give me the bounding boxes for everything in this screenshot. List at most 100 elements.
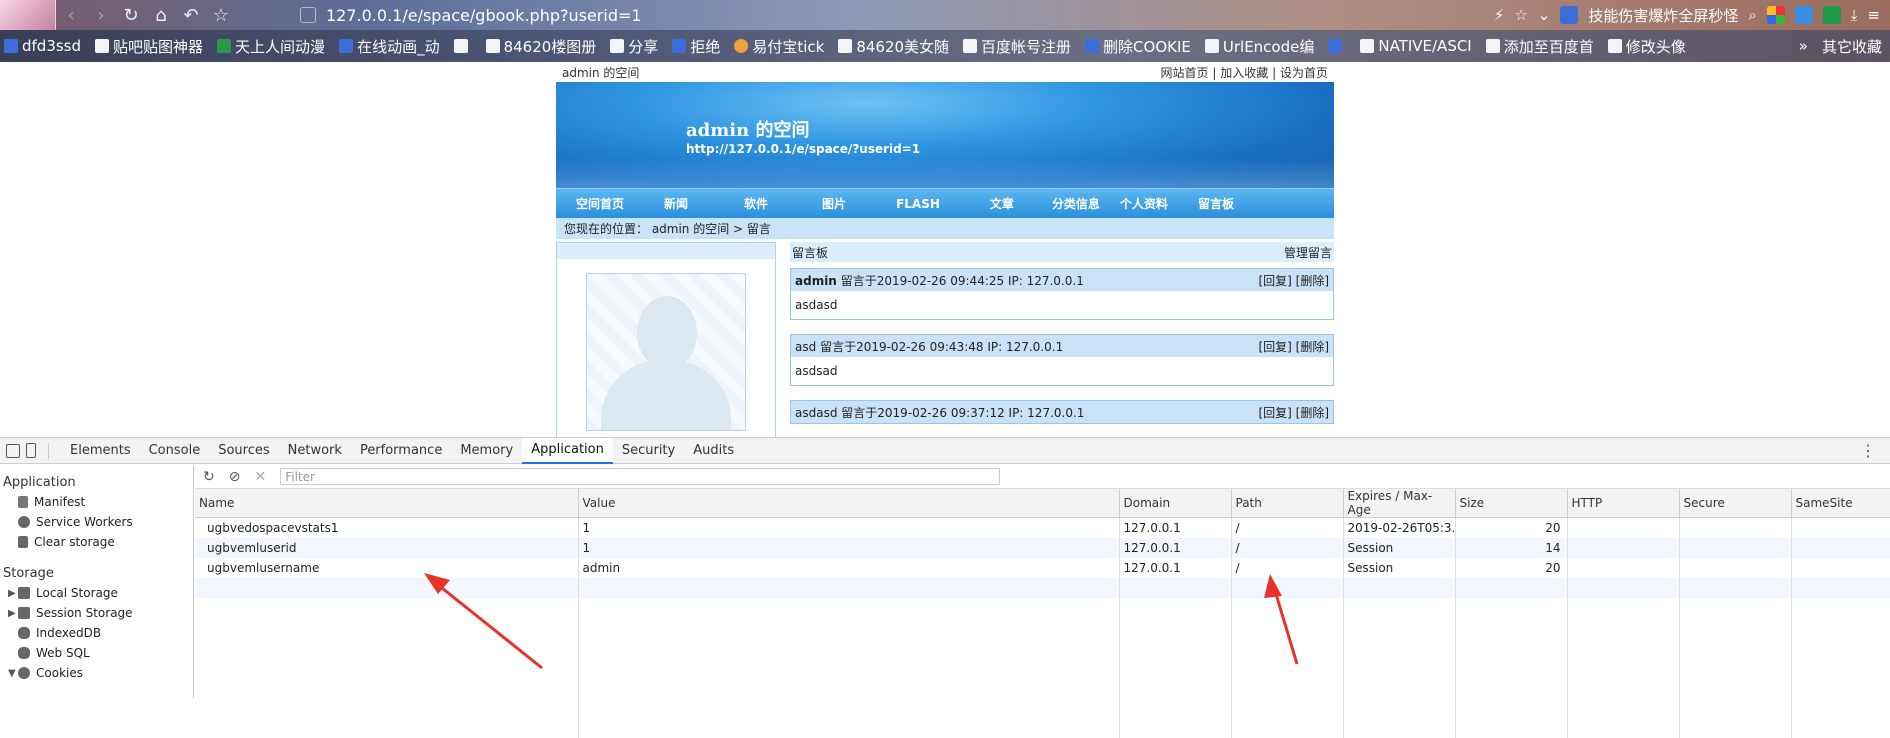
page-icon [1607, 39, 1622, 53]
search-icon[interactable]: ⌕ [1748, 6, 1756, 24]
tab-audits[interactable]: Audits [684, 438, 743, 464]
refresh-icon[interactable]: ↻ [203, 469, 215, 485]
back-icon[interactable]: ‹ [56, 0, 86, 30]
bookmark-item[interactable]: 分享 [610, 36, 658, 57]
tab-sources[interactable]: Sources [209, 438, 278, 464]
undo-icon[interactable]: ↶ [176, 0, 206, 30]
tab-network[interactable]: Network [279, 438, 351, 464]
bookmark-item[interactable]: 易付宝tick [734, 36, 824, 57]
sidebar-item-session-storage[interactable]: ▶ Session Storage [0, 603, 193, 623]
apps-icon[interactable] [1766, 6, 1785, 24]
bookmark-item[interactable]: NATIVE/ASCI [1360, 37, 1472, 55]
tab-security[interactable]: Security [613, 438, 684, 464]
sidebar-item-cookies[interactable]: ▼ Cookies [0, 663, 193, 683]
t-extension-icon[interactable] [1822, 6, 1841, 24]
clear-all-icon[interactable]: ⊘ [229, 469, 241, 485]
bookmark-item[interactable] [453, 39, 472, 53]
message-actions[interactable]: [回复] [删除] [1258, 404, 1329, 421]
download-icon[interactable]: ⤓ [1851, 6, 1858, 24]
expand-arrow-icon[interactable]: ▶ [8, 608, 16, 619]
menu-space-home[interactable]: 空间首页 [576, 195, 624, 212]
tab-elements[interactable]: Elements [61, 438, 140, 464]
page-viewport: admin 的空间 网站首页 | 加入收藏 | 设为首页 admin 的空间 h… [0, 62, 1890, 437]
menu-classifieds[interactable]: 分类信息 [1052, 195, 1100, 212]
bookmark-item[interactable]: 84620美女随 [838, 36, 949, 57]
message-actions[interactable]: [回复] [删除] [1258, 272, 1329, 289]
message-user[interactable]: admin [795, 274, 837, 288]
bookmark-item[interactable]: 删除COOKIE [1085, 36, 1191, 57]
bookmark-item[interactable]: 修改头像 [1607, 36, 1686, 57]
menu-images[interactable]: 图片 [822, 195, 846, 212]
star-icon[interactable]: ☆ [206, 0, 236, 30]
col-size[interactable]: Size [1455, 489, 1568, 518]
bookmark-item[interactable] [1328, 39, 1346, 53]
col-expires[interactable]: Expires / Max-Age [1343, 489, 1456, 518]
collapse-arrow-icon[interactable]: ▼ [8, 668, 16, 679]
manage-messages-link[interactable]: 管理留言 [1284, 244, 1332, 261]
bookmarks-more-button[interactable]: » [1799, 37, 1808, 55]
col-name[interactable]: Name [195, 489, 579, 518]
forward-icon[interactable]: › [86, 0, 116, 30]
message-actions[interactable]: [回复] [删除] [1258, 338, 1329, 355]
link-set-homepage[interactable]: 设为首页 [1280, 66, 1328, 80]
tab-performance[interactable]: Performance [351, 438, 451, 464]
menu-icon[interactable]: ≡ [1867, 6, 1880, 24]
sidebar-item-indexeddb[interactable]: IndexedDB [0, 623, 193, 643]
profile-avatar[interactable] [0, 0, 56, 30]
other-bookmarks[interactable]: 其它收藏 [1822, 36, 1882, 57]
bolt-icon[interactable]: ⚡ [1494, 6, 1505, 24]
extension-icon[interactable] [1560, 6, 1579, 24]
page-info-icon[interactable] [300, 7, 316, 23]
reload-icon[interactable]: ↻ [116, 0, 146, 30]
menu-software[interactable]: 软件 [744, 195, 768, 212]
more-options-icon[interactable]: ⋮ [1860, 441, 1876, 460]
favorite-icon[interactable]: ☆ [1514, 6, 1527, 24]
bookmark-item[interactable]: 百度帐号注册 [963, 36, 1071, 57]
col-path[interactable]: Path [1231, 489, 1344, 518]
col-value[interactable]: Value [578, 489, 1120, 518]
sidebar-item-clear-storage[interactable]: Clear storage [0, 532, 193, 552]
menu-flash[interactable]: FLASH [896, 197, 940, 211]
bookmark-item[interactable]: UrlEncode编 [1204, 36, 1314, 57]
link-add-favorite[interactable]: 加入收藏 [1220, 66, 1268, 80]
col-domain[interactable]: Domain [1119, 489, 1232, 518]
sidebar-item-service-workers[interactable]: Service Workers [0, 512, 193, 532]
home-icon[interactable]: ⌂ [146, 0, 176, 30]
translate-icon[interactable] [1794, 6, 1813, 24]
menu-news[interactable]: 新闻 [664, 195, 688, 212]
bookmark-item[interactable]: 在线动画_动 [339, 36, 440, 57]
menu-guestbook[interactable]: 留言板 [1198, 195, 1234, 212]
delete-selected-icon[interactable]: ✕ [254, 469, 266, 485]
filter-input[interactable]: Filter [280, 468, 1001, 485]
cookie-domain: 127.0.0.1 [1119, 517, 1232, 538]
space-menu: 空间首页 新闻 软件 图片 FLASH 文章 分类信息 个人资料 留言板 [556, 188, 1334, 218]
bookmark-item[interactable]: 添加至百度首 [1485, 36, 1594, 57]
tab-console[interactable]: Console [140, 438, 210, 464]
bookmark-item[interactable]: 天上人间动漫 [217, 36, 325, 57]
col-http[interactable]: HTTP [1567, 489, 1680, 518]
bookmark-item[interactable]: 贴吧贴图神器 [95, 36, 203, 57]
table-row[interactable]: ugbvedospacevstats1 1 127.0.0.1 / 2019-0… [195, 517, 1890, 538]
bookmark-item[interactable]: dfd3ssd [4, 37, 81, 55]
link-site-home[interactable]: 网站首页 [1161, 66, 1209, 80]
table-row[interactable]: ugbvemlusername admin 127.0.0.1 / Sessio… [195, 557, 1890, 578]
dropdown-icon[interactable]: ⌄ [1538, 6, 1551, 24]
inspect-icon[interactable] [6, 443, 20, 458]
address-bar[interactable]: 127.0.0.1/e/space/gbook.php?userid=1 [300, 3, 1390, 27]
tab-application[interactable]: Application [522, 437, 613, 464]
menu-profile[interactable]: 个人资料 [1120, 195, 1168, 212]
sidebar-item-local-storage[interactable]: ▶ Local Storage [0, 583, 193, 603]
tab-memory[interactable]: Memory [451, 438, 522, 464]
extension-label[interactable]: 技能伤害爆炸全屏秒怪 [1588, 5, 1738, 26]
address-text[interactable]: 127.0.0.1/e/space/gbook.php?userid=1 [326, 6, 642, 25]
expand-arrow-icon[interactable]: ▶ [8, 588, 16, 599]
bookmark-item[interactable]: 84620楼图册 [485, 36, 596, 57]
sidebar-item-manifest[interactable]: Manifest [0, 492, 193, 512]
menu-articles[interactable]: 文章 [990, 195, 1014, 212]
col-samesite[interactable]: SameSite [1791, 489, 1890, 518]
table-row[interactable]: ugbvemluserid 1 127.0.0.1 / Session 14 [195, 537, 1890, 558]
bookmark-item[interactable]: 拒绝 [672, 36, 720, 57]
sidebar-item-websql[interactable]: Web SQL [0, 643, 193, 663]
device-toolbar-icon[interactable] [26, 443, 36, 458]
col-secure[interactable]: Secure [1679, 489, 1792, 518]
